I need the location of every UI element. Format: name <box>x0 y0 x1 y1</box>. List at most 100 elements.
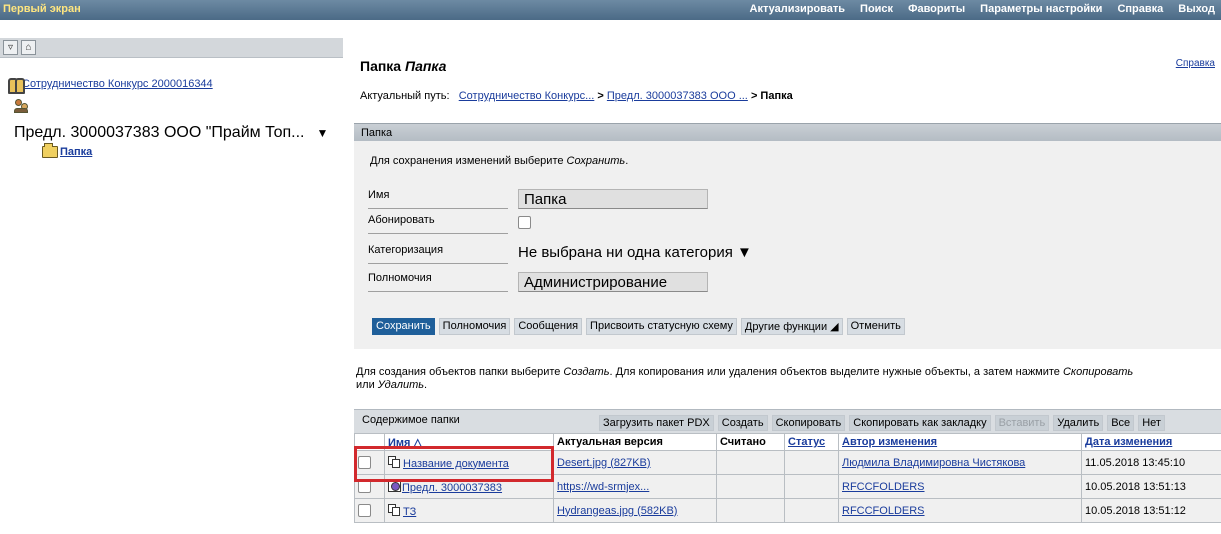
row-read <box>716 498 785 523</box>
menu-refresh[interactable]: Актуализировать <box>750 3 846 15</box>
tree-root-link[interactable]: Сотрудничество Конкурс 2000016344 <box>22 78 213 90</box>
panel-actions: Сохранить Полномочия Сообщения Присвоить… <box>372 318 905 335</box>
breadcrumb: Актуальный путь: Сотрудничество Конкурс.… <box>360 90 793 102</box>
navigation-pane <box>0 38 343 534</box>
folder-panel-header: Папка <box>354 123 1221 141</box>
category-row: Категоризация Не выбрана ни одна категор… <box>368 240 878 264</box>
copy-as-bookmark-button[interactable]: Скопировать как закладку <box>849 415 991 431</box>
document-icon <box>388 455 402 468</box>
menu-settings[interactable]: Параметры настройки <box>980 3 1102 15</box>
page-title: Папка Папка <box>360 58 446 74</box>
save-hint: Для сохранения изменений выберите Сохран… <box>370 155 628 167</box>
rights-row: Полномочия Администрирование <box>368 268 878 292</box>
table-row: ТЗ Hydrangeas.jpg (582KB) RFCCFOLDERS 10… <box>354 498 1221 523</box>
save-hint-text: Для сохранения изменений выберите <box>370 155 567 167</box>
column-status[interactable]: Статус <box>784 433 839 451</box>
save-button[interactable]: Сохранить <box>372 318 435 335</box>
info-text-3: или <box>356 379 378 391</box>
app-title[interactable]: Первый экран <box>3 3 81 15</box>
proposal-dropdown[interactable]: Предл. 3000037383 ООО "Прайм Топ... ▼ <box>14 122 334 144</box>
column-author-label[interactable]: Автор изменения <box>842 436 937 448</box>
copy-button[interactable]: Скопировать <box>771 415 846 431</box>
collaboration-icon <box>8 77 25 94</box>
breadcrumb-label: Актуальный путь: <box>360 90 450 102</box>
row-version-link[interactable]: Desert.jpg (827KB) <box>557 457 651 469</box>
category-dropdown[interactable]: Не выбрана ни одна категория ▼ <box>518 244 752 261</box>
menu-favorites[interactable]: Фавориты <box>908 3 965 15</box>
row-read <box>716 450 785 475</box>
breadcrumb-separator: > <box>597 90 604 102</box>
row-status <box>784 474 839 499</box>
column-date-label[interactable]: Дата изменения <box>1085 436 1172 448</box>
name-field[interactable]: Папка <box>518 189 708 209</box>
document-icon <box>388 503 402 516</box>
row-checkbox[interactable] <box>358 504 371 517</box>
menu-help[interactable]: Справка <box>1117 3 1163 15</box>
row-author-link[interactable]: RFCCFOLDERS <box>842 505 925 517</box>
row-name-link[interactable]: Предл. 3000037383 <box>402 482 502 494</box>
delete-button[interactable]: Удалить <box>1053 415 1104 431</box>
row-name-link[interactable]: ТЗ <box>403 506 416 518</box>
menu-logout[interactable]: Выход <box>1178 3 1215 15</box>
messages-button[interactable]: Сообщения <box>514 318 583 335</box>
row-author-link[interactable]: RFCCFOLDERS <box>842 481 925 493</box>
page-title-prefix: Папка <box>360 58 402 74</box>
row-name-link[interactable]: Название документа <box>403 458 509 470</box>
folder-icon <box>42 143 58 158</box>
column-status-label[interactable]: Статус <box>788 436 825 448</box>
column-version: Актуальная версия <box>553 433 717 451</box>
tree-folder-link[interactable]: Папка <box>60 146 92 158</box>
page-title-name: Папка <box>405 58 447 74</box>
breadcrumb-item-collaboration[interactable]: Сотрудничество Конкурс... <box>459 90 595 102</box>
paste-button: Вставить <box>994 415 1050 431</box>
tree-root[interactable]: Сотрудничество Конкурс 2000016344 <box>8 77 213 94</box>
nav-toolbar: ▿ ⌂ <box>0 38 343 58</box>
row-author-link[interactable]: Людмила Владимировна Чистякова <box>842 457 1025 469</box>
table-header-row: Имя △ Актуальная версия Считано Статус А… <box>354 433 1221 451</box>
table-row: Предл. 3000037383 https://wd-srmjex... R… <box>354 474 1221 499</box>
row-status <box>784 498 839 523</box>
permissions-button[interactable]: Полномочия <box>438 318 511 335</box>
column-read: Считано <box>716 433 785 451</box>
row-read <box>716 474 785 499</box>
subscribe-label: Абонировать <box>368 214 508 234</box>
top-menu: Актуализировать Поиск Фавориты Параметры… <box>750 3 1215 15</box>
rights-field[interactable]: Администрирование <box>518 272 708 292</box>
dropdown-arrow-icon[interactable]: ▼ <box>317 126 329 140</box>
home-icon[interactable]: ⌂ <box>21 40 36 55</box>
select-none-button[interactable]: Нет <box>1138 415 1165 431</box>
content-instructions: Для создания объектов папки выберите Соз… <box>356 366 1216 392</box>
name-row: Имя Папка <box>368 185 878 209</box>
proposal-icon <box>388 479 401 492</box>
column-author[interactable]: Автор изменения <box>838 433 1082 451</box>
row-version-link[interactable]: https://wd-srmjex... <box>557 481 649 493</box>
menu-search[interactable]: Поиск <box>860 3 893 15</box>
collapse-icon[interactable]: ▿ <box>3 40 18 55</box>
row-checkbox[interactable] <box>358 456 371 469</box>
other-functions-button[interactable]: Другие функции ◢ <box>740 318 843 335</box>
info-text-2: . Для копирования или удаления объектов … <box>609 366 1063 378</box>
save-hint-action: Сохранить <box>566 155 626 167</box>
category-label: Категоризация <box>368 244 508 264</box>
column-name-label[interactable]: Имя △ <box>388 437 422 449</box>
subscribe-checkbox[interactable] <box>518 216 531 229</box>
column-name[interactable]: Имя △ <box>384 433 554 451</box>
top-bar: Первый экран Актуализировать Поиск Фавор… <box>0 0 1221 20</box>
cancel-button[interactable]: Отменить <box>846 318 905 335</box>
help-link[interactable]: Справка <box>1176 58 1215 69</box>
folder-content-table: Имя △ Актуальная версия Считано Статус А… <box>354 433 1221 523</box>
select-all-button[interactable]: Все <box>1107 415 1135 431</box>
rights-label: Полномочия <box>368 272 508 292</box>
create-button[interactable]: Создать <box>717 415 768 431</box>
info-text-1: Для создания объектов папки выберите <box>356 366 564 378</box>
column-date[interactable]: Дата изменения <box>1081 433 1221 451</box>
row-checkbox[interactable] <box>358 480 371 493</box>
tree-folder[interactable]: Папка <box>42 143 92 158</box>
folder-panel: Для сохранения изменений выберите Сохран… <box>354 141 1221 349</box>
row-version-link[interactable]: Hydrangeas.jpg (582KB) <box>557 505 677 517</box>
folder-content-header: Содержимое папки Загрузить пакет PDX Соз… <box>354 409 1221 433</box>
breadcrumb-current: > Папка <box>750 90 793 102</box>
assign-status-scheme-button[interactable]: Присвоить статусную схему <box>586 318 737 335</box>
breadcrumb-item-proposal[interactable]: Предл. 3000037383 ООО ... <box>607 90 748 102</box>
upload-pdx-button[interactable]: Загрузить пакет PDX <box>599 415 714 431</box>
